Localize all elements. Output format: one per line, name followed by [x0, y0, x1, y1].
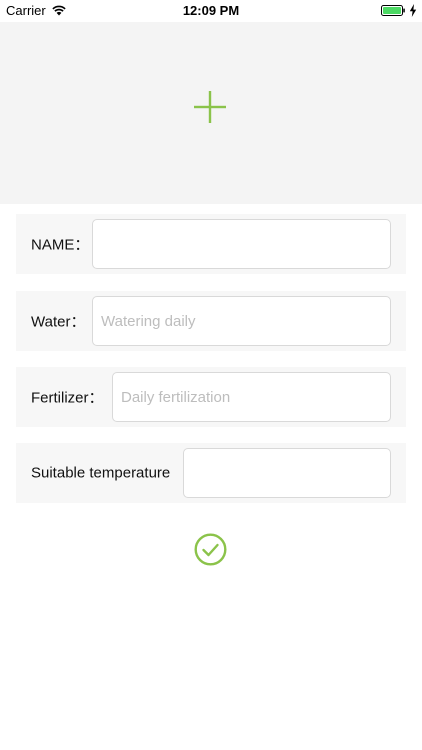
add-photo-area[interactable]: [0, 22, 422, 204]
name-input[interactable]: [92, 219, 391, 269]
temperature-row: Suitable temperature: [16, 443, 406, 503]
plus-icon: [194, 91, 226, 123]
name-row: NAME：: [16, 214, 406, 274]
water-row: Water：: [16, 291, 406, 351]
check-circle-icon: [194, 533, 227, 566]
clock: 12:09 PM: [182, 3, 240, 18]
charging-bolt-icon: [409, 4, 417, 17]
status-bar: Carrier 12:09 PM: [0, 0, 422, 22]
name-label: NAME：: [31, 236, 90, 254]
fertilizer-input[interactable]: [112, 372, 391, 422]
battery-icon: [381, 5, 405, 16]
fertilizer-row: Fertilizer：: [16, 367, 406, 427]
water-input[interactable]: [92, 296, 391, 346]
temperature-input[interactable]: [183, 448, 391, 498]
app-screen: Carrier 12:09 PM NAME： Water： F: [0, 0, 422, 750]
temperature-label: Suitable temperature: [31, 464, 171, 482]
fertilizer-label: Fertilizer：: [31, 389, 104, 407]
water-label: Water：: [31, 313, 86, 331]
confirm-button[interactable]: [194, 533, 227, 566]
